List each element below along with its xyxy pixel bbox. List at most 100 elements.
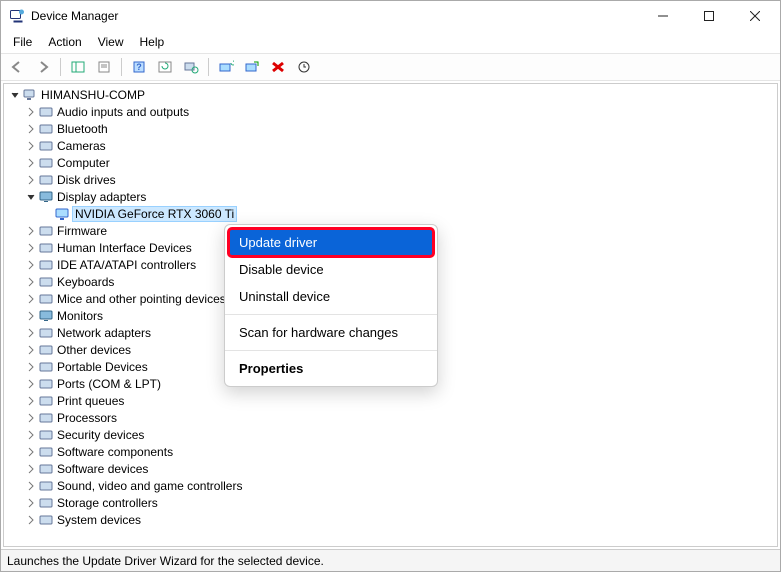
expander-icon[interactable] (24, 360, 38, 374)
device-category-icon (38, 189, 54, 205)
tree-item[interactable]: Print queues (8, 392, 777, 409)
menu-file[interactable]: File (7, 33, 38, 51)
tree-item-label: Computer (57, 156, 110, 170)
tree-item[interactable]: Sound, video and game controllers (8, 477, 777, 494)
device-manager-window: Device Manager File Action View Help ? H… (0, 0, 781, 572)
tree-item[interactable]: System devices (8, 511, 777, 528)
menu-help[interactable]: Help (134, 33, 171, 51)
help-button[interactable]: ? (127, 56, 151, 78)
refresh-button[interactable] (153, 56, 177, 78)
device-category-icon (38, 257, 54, 273)
ctx-disable-device[interactable]: Disable device (225, 256, 437, 283)
expander-icon[interactable] (24, 156, 38, 170)
menu-view[interactable]: View (92, 33, 130, 51)
tree-item-label: Mice and other pointing devices (57, 292, 226, 306)
tree-item-label: Display adapters (57, 190, 146, 204)
maximize-button[interactable] (686, 1, 732, 31)
device-category-icon (38, 495, 54, 511)
minimize-button[interactable] (640, 1, 686, 31)
tree-root-node[interactable]: HIMANSHU-COMP (8, 86, 777, 103)
tree-item[interactable]: Security devices (8, 426, 777, 443)
tree-item[interactable]: Disk drives (8, 171, 777, 188)
expander-icon[interactable] (24, 105, 38, 119)
tree-item[interactable]: Software devices (8, 460, 777, 477)
tree-item-label: Disk drives (57, 173, 116, 187)
tree-item-label: Cameras (57, 139, 106, 153)
device-category-icon (38, 512, 54, 528)
expander-icon[interactable] (24, 343, 38, 357)
expander-icon[interactable] (24, 241, 38, 255)
expander-icon[interactable] (24, 411, 38, 425)
computer-icon (22, 87, 38, 103)
expander-icon[interactable] (24, 190, 38, 204)
tree-item-label: IDE ATA/ATAPI controllers (57, 258, 196, 272)
ctx-separator (225, 314, 437, 315)
tree-item-label: Software components (57, 445, 173, 459)
ctx-uninstall-device[interactable]: Uninstall device (225, 283, 437, 310)
tree-item[interactable]: Processors (8, 409, 777, 426)
device-category-icon (38, 342, 54, 358)
ctx-properties[interactable]: Properties (225, 355, 437, 382)
expander-icon[interactable] (24, 224, 38, 238)
menu-action[interactable]: Action (42, 33, 87, 51)
tree-item[interactable]: Bluetooth (8, 120, 777, 137)
disable-device-button[interactable] (292, 56, 316, 78)
device-category-icon (38, 240, 54, 256)
device-category-icon (38, 138, 54, 154)
expander-icon[interactable] (24, 445, 38, 459)
tree-item-label: Network adapters (57, 326, 151, 340)
device-category-icon (38, 444, 54, 460)
enable-device-button[interactable] (240, 56, 264, 78)
expander-icon[interactable] (24, 309, 38, 323)
expander-icon[interactable] (24, 326, 38, 340)
tree-item-label: Security devices (57, 428, 144, 442)
update-driver-button[interactable] (214, 56, 238, 78)
device-category-icon (38, 410, 54, 426)
status-text: Launches the Update Driver Wizard for th… (7, 554, 324, 568)
tree-item[interactable]: Storage controllers (8, 494, 777, 511)
show-hide-pane-button[interactable] (66, 56, 90, 78)
expander-icon[interactable] (24, 377, 38, 391)
expander-icon[interactable] (24, 428, 38, 442)
tree-item-label: Portable Devices (57, 360, 148, 374)
tree-item[interactable]: Computer (8, 154, 777, 171)
scan-hardware-button[interactable] (179, 56, 203, 78)
tree-item[interactable]: Cameras (8, 137, 777, 154)
uninstall-device-button[interactable] (266, 56, 290, 78)
tree-item[interactable]: Audio inputs and outputs (8, 103, 777, 120)
tree-item[interactable]: Display adapters (8, 188, 777, 205)
expander-icon[interactable] (24, 496, 38, 510)
expander-icon[interactable] (24, 139, 38, 153)
forward-button[interactable] (31, 56, 55, 78)
properties-button[interactable] (92, 56, 116, 78)
expander-icon[interactable] (24, 394, 38, 408)
expander-icon[interactable] (24, 479, 38, 493)
ctx-scan-hardware[interactable]: Scan for hardware changes (225, 319, 437, 346)
expander-icon[interactable] (8, 88, 22, 102)
tree-item-label: Sound, video and game controllers (57, 479, 242, 493)
close-button[interactable] (732, 1, 778, 31)
expander-spacer (40, 207, 54, 221)
tree-item[interactable]: Software components (8, 443, 777, 460)
expander-icon[interactable] (24, 258, 38, 272)
expander-icon[interactable] (24, 275, 38, 289)
expander-icon[interactable] (24, 173, 38, 187)
expander-icon[interactable] (24, 462, 38, 476)
tree-item-label: Firmware (57, 224, 107, 238)
device-tree[interactable]: HIMANSHU-COMP Audio inputs and outputs B… (3, 83, 778, 547)
tree-item-label: Audio inputs and outputs (57, 105, 189, 119)
expander-icon[interactable] (24, 513, 38, 527)
device-category-icon (38, 104, 54, 120)
toolbar-separator (60, 58, 61, 76)
tree-item-label: Software devices (57, 462, 148, 476)
tree-item-label: Storage controllers (57, 496, 158, 510)
expander-icon[interactable] (24, 122, 38, 136)
context-menu: Update driver Disable device Uninstall d… (224, 224, 438, 387)
back-button[interactable] (5, 56, 29, 78)
ctx-update-driver[interactable]: Update driver (229, 229, 433, 256)
expander-icon[interactable] (24, 292, 38, 306)
tree-child-item[interactable]: NVIDIA GeForce RTX 3060 Ti (8, 205, 777, 222)
device-category-icon (38, 274, 54, 290)
device-category-icon (38, 359, 54, 375)
device-category-icon (38, 291, 54, 307)
